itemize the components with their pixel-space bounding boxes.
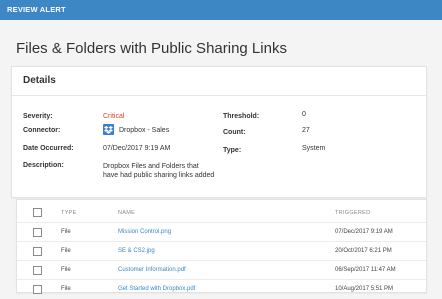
date-occurred-label: Date Occurred: xyxy=(23,145,74,152)
row-triggered: 10/Aug/2017 5:51 PM xyxy=(335,286,394,292)
row-file-link[interactable]: Mission Control.png xyxy=(118,229,171,235)
connector-value: Dropbox - Sales xyxy=(119,127,170,134)
count-label: Count: xyxy=(223,129,246,136)
row-type: File xyxy=(61,286,71,292)
severity-label: Severity: xyxy=(23,113,53,120)
row-type: File xyxy=(61,248,71,254)
table-row[interactable]: File Mission Control.png 07/Dec/2017 9:1… xyxy=(17,222,426,242)
row-file-link[interactable]: SE & CS2.jpg xyxy=(118,248,155,254)
details-card: Details Severity: Critical Connector: Dr… xyxy=(11,66,427,198)
description-label: Description: xyxy=(23,162,64,169)
header-title: REVIEW ALERT xyxy=(7,5,66,14)
row-type: File xyxy=(61,229,71,235)
row-checkbox[interactable] xyxy=(33,228,42,237)
column-header-name[interactable]: NAME xyxy=(118,210,135,216)
table-row[interactable]: File Get Started with Dropbox.pdf 10/Aug… xyxy=(17,279,426,299)
column-header-type[interactable]: TYPE xyxy=(61,210,77,216)
details-header: Details xyxy=(12,67,426,96)
details-heading: Details xyxy=(23,75,56,86)
row-checkbox[interactable] xyxy=(33,247,42,256)
row-file-link[interactable]: Get Started with Dropbox.pdf xyxy=(118,286,195,292)
threshold-label: Threshold: xyxy=(223,113,260,120)
row-type: File xyxy=(61,267,71,273)
select-all-checkbox[interactable] xyxy=(33,208,42,217)
table-row[interactable]: File SE & CS2.jpg 20/Oct/2017 6:21 PM xyxy=(17,241,426,261)
connector-label: Connector: xyxy=(23,127,61,134)
row-checkbox[interactable] xyxy=(33,266,42,275)
type-value: System xyxy=(302,145,326,152)
count-value: 27 xyxy=(302,127,310,134)
type-label: Type: xyxy=(223,147,242,154)
results-table: TYPE NAME TRIGGERED File Mission Control… xyxy=(16,199,427,294)
row-triggered: 06/Sep/2017 11:47 AM xyxy=(335,267,396,273)
row-triggered: 20/Oct/2017 6:21 PM xyxy=(335,248,392,254)
review-alert-header: REVIEW ALERT xyxy=(0,0,442,20)
date-occurred-value: 07/Dec/2017 9:19 AM xyxy=(103,145,171,152)
threshold-value: 0 xyxy=(302,111,306,118)
description-value: Dropbox Files and Folders that have had … xyxy=(103,163,215,179)
row-checkbox[interactable] xyxy=(33,285,42,294)
row-triggered: 07/Dec/2017 9:19 AM xyxy=(335,229,393,235)
severity-value: Critical xyxy=(103,113,125,120)
page-title: Files & Folders with Public Sharing Link… xyxy=(16,40,287,57)
dropbox-icon xyxy=(103,124,114,135)
column-header-triggered[interactable]: TRIGGERED xyxy=(335,210,370,216)
table-row[interactable]: File Customer Information.pdf 06/Sep/201… xyxy=(17,260,426,280)
row-file-link[interactable]: Customer Information.pdf xyxy=(118,267,186,273)
